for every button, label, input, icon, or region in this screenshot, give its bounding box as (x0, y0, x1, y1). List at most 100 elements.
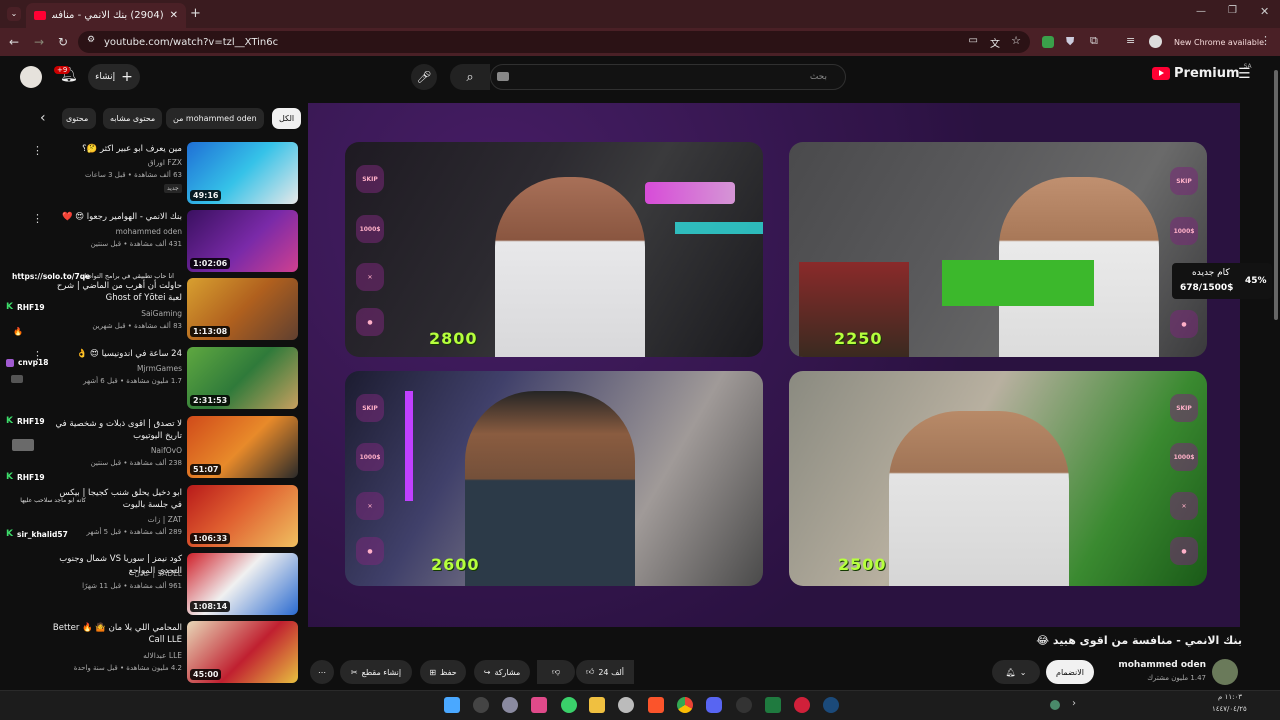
tray-date[interactable]: ١٤٤٧/٠٤/٢٥ (1212, 705, 1247, 713)
more-actions-icon[interactable]: ⋯ (310, 660, 334, 684)
video-thumbnail[interactable]: 49:16 (187, 142, 298, 204)
video-channel[interactable]: 3ADEL | عادل (46, 569, 182, 578)
account-avatar[interactable] (20, 66, 42, 88)
install-icon[interactable]: ▭ (969, 35, 978, 46)
video-title[interactable]: مين يعرف ابو عبير اكثر 🤔؟ (46, 143, 182, 155)
more-actions-icon[interactable]: ⋮ (32, 212, 43, 225)
video-player[interactable]: 2800 2250 2600 2500 SKIP 1000$ ✕ ● SKIP … (308, 103, 1240, 627)
windows-start-icon[interactable] (444, 697, 460, 713)
goal-title: كام جديده (1192, 268, 1230, 278)
steam-icon[interactable] (823, 697, 839, 713)
close-tab-icon[interactable]: ✕ (170, 10, 178, 21)
search-icon[interactable] (473, 697, 489, 713)
video-duration: 2:31:53 (190, 395, 231, 406)
subscribed-bell-button[interactable]: 🔔︎ ⌄ (992, 660, 1040, 684)
video-title[interactable]: لا تصدق | اقوى ذبلات و شخصية في تاريخ ال… (46, 418, 182, 442)
terminal-icon[interactable] (765, 697, 781, 713)
app-green-icon[interactable] (561, 697, 577, 713)
tray-chevron-icon[interactable]: › (1072, 698, 1076, 709)
save-button[interactable]: ⊞ حفظ (420, 660, 466, 684)
video-channel[interactable]: mohammed oden (46, 227, 182, 236)
money-icon: 1000$ (1170, 217, 1198, 245)
maximize-icon[interactable]: ❐ (1228, 5, 1237, 16)
file-explorer-icon[interactable] (589, 697, 605, 713)
ghost-icon: ● (356, 537, 384, 565)
video-channel[interactable]: FZX اوراق (46, 158, 182, 167)
settings-icon[interactable] (502, 697, 518, 713)
chips-prev-icon[interactable]: ‹ (40, 110, 46, 126)
media-player-icon[interactable] (794, 697, 810, 713)
bell-icon: 🔔︎ (1005, 667, 1016, 677)
chip-related[interactable]: محتوى مشابه (103, 108, 163, 129)
app-dark-icon[interactable] (736, 697, 752, 713)
new-tab-button[interactable]: + (190, 6, 201, 21)
cam1-light (645, 182, 735, 204)
tray-time[interactable]: ١١:٠٣ م (1218, 693, 1242, 701)
extensions-puzzle-icon[interactable]: ⧉ (1090, 34, 1098, 48)
video-channel[interactable]: NaifOvO (46, 446, 182, 455)
video-title[interactable]: بنك الانمي - الهوامير رجعوا 😍 ❤️ (46, 211, 182, 223)
chat-message-name: K RHF19 (6, 302, 45, 312)
chip-from-channel[interactable]: من mohammed oden (166, 108, 264, 129)
profile-avatar-icon[interactable] (1149, 35, 1162, 48)
translate-icon[interactable]: 文 (990, 35, 1000, 50)
video-thumbnail[interactable]: 1:02:06 (187, 210, 298, 272)
chat-badge-icon (6, 358, 14, 367)
ghost-icon: ● (356, 308, 384, 336)
discord-icon[interactable] (706, 697, 722, 713)
video-thumbnail[interactable]: 45:00 (187, 621, 298, 683)
youtube-premium-logo[interactable]: Premium SA (1152, 63, 1252, 81)
video-title[interactable]: 24 ساعة في اندونيسيا 😍 👌 (46, 348, 182, 360)
back-icon[interactable]: ← (6, 34, 22, 50)
share-button[interactable]: ↪ مشاركة (474, 660, 530, 684)
voice-search-mic-icon[interactable]: 🎤︎ (411, 64, 437, 90)
brave-browser-icon[interactable] (648, 697, 664, 713)
chip-all[interactable]: الكل (272, 108, 302, 129)
clip-button[interactable]: ✂ إنشاء مقطع (340, 660, 412, 684)
video-channel[interactable]: LLE عبدالاله (46, 651, 182, 660)
join-button[interactable]: الانضمام (1046, 660, 1094, 684)
video-channel[interactable]: SaiGaming (46, 309, 182, 318)
tray-icon[interactable] (1050, 700, 1060, 710)
video-title[interactable]: حاولت أن أهرب من الماضي | شرح لعبة Ghost… (46, 280, 182, 304)
tab-list-icon[interactable]: ⌄ (7, 7, 21, 21)
app-gear-icon[interactable] (618, 697, 634, 713)
extension-shield-icon[interactable]: ⛊ (1066, 35, 1074, 49)
video-channel[interactable]: MjrmGames (46, 364, 182, 373)
video-thumbnail[interactable]: 1:13:08 (187, 278, 298, 340)
score-cam-1: 2800 (429, 329, 478, 348)
reading-list-icon[interactable]: ≡ (1126, 34, 1135, 47)
close-window-icon[interactable]: ✕ (1260, 5, 1269, 18)
video-channel[interactable]: ZAT | زات (46, 515, 182, 524)
create-button[interactable]: إنشاء + (88, 64, 140, 90)
search-input[interactable]: بحث (490, 64, 846, 90)
extension-icon-1[interactable] (1042, 36, 1054, 48)
channel-name[interactable]: mohammed oden (1112, 660, 1206, 670)
video-thumbnail[interactable]: 2:31:53 (187, 347, 298, 409)
like-button[interactable]: 👍︎ 24 ألف (576, 660, 634, 684)
reload-icon[interactable]: ↻ (55, 34, 71, 50)
video-thumbnail[interactable]: 51:07 (187, 416, 298, 478)
video-title[interactable]: المحامي اللي بلا مان 🤷 🔥 Better Call LLE (46, 622, 182, 646)
search-button-icon[interactable]: ⌕ (450, 64, 490, 90)
scrollbar-thumb[interactable] (1274, 70, 1278, 320)
forward-icon[interactable]: → (31, 34, 47, 50)
cam1-lamp (675, 222, 763, 234)
dislike-button[interactable]: 👎︎ (537, 660, 575, 684)
new-chrome-available-button[interactable]: New Chrome available (1174, 38, 1264, 47)
bookmark-star-icon[interactable]: ☆ (1011, 34, 1021, 47)
video-thumbnail[interactable]: 1:06:33 (187, 485, 298, 547)
video-thumbnail[interactable]: 1:08:14 (187, 553, 298, 615)
browser-tab-active[interactable]: (2904) بنك الانمي - منافسة من ✕ (26, 3, 186, 28)
app-pink-icon[interactable] (531, 697, 547, 713)
kick-badge-icon: K (6, 472, 13, 482)
guide-menu-icon[interactable]: ☰ (1238, 66, 1251, 82)
chip-more[interactable]: محتوى (62, 108, 96, 129)
minimize-icon[interactable]: — (1196, 6, 1206, 17)
chrome-icon[interactable] (677, 697, 693, 713)
site-info-icon[interactable]: ⚙ (87, 35, 95, 45)
channel-avatar[interactable] (1212, 659, 1238, 685)
address-bar[interactable]: ⚙ youtube.com/watch?v=tzl__XTin6c ▭ 文 ☆ (78, 31, 1030, 53)
more-actions-icon[interactable]: ⋮ (32, 144, 43, 157)
chrome-menu-icon[interactable]: ⋮ (1260, 34, 1271, 47)
